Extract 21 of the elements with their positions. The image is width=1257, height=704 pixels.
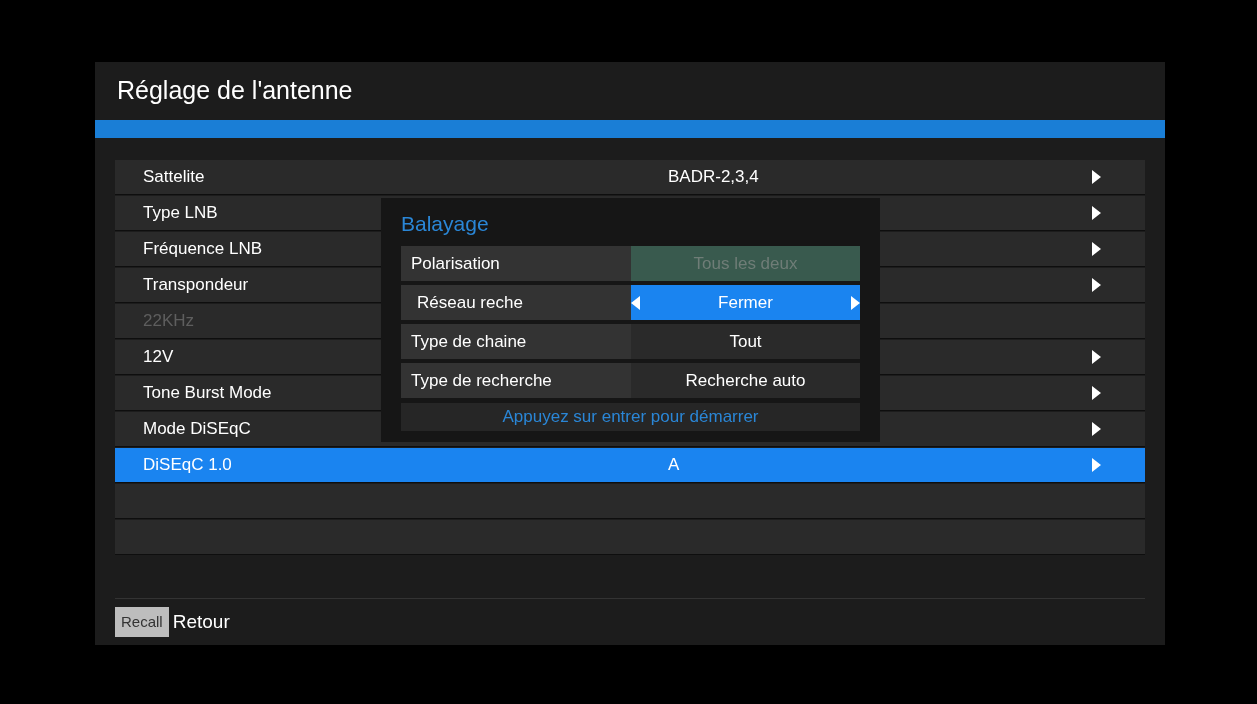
row-label: Mode DiSEqC [143, 418, 251, 441]
dialog-title: Balayage [401, 211, 490, 238]
row-label: Transpondeur [143, 274, 249, 297]
dialog-row-value: Recherche auto [685, 369, 806, 392]
dialog-row-label: Réseau reche [401, 285, 631, 320]
row-label: DiSEqC 1.0 [143, 454, 232, 477]
dialog-row-label: Polarisation [401, 246, 631, 281]
dialog-row-value: Fermer [718, 291, 773, 314]
dialog-row-label: Type de chaine [401, 324, 631, 359]
row-label: Type LNB [143, 202, 218, 225]
row-value: A [668, 455, 680, 475]
start-hint: Appuyez sur entrer pour démarrer [502, 406, 759, 429]
row-label: 12V [143, 346, 174, 369]
row-label: Tone Burst Mode [143, 382, 272, 405]
dialog-row-value: Tout [729, 330, 762, 353]
row-label: Fréquence LNB [143, 238, 263, 261]
back-label: Retour [172, 609, 230, 634]
dialog-row-label: Type de recherche [401, 363, 631, 398]
row-label: Sattelite [143, 166, 205, 189]
row-value: BADR-2,3,4 [668, 167, 759, 187]
window-title: Réglage de l'antenne [117, 75, 353, 107]
